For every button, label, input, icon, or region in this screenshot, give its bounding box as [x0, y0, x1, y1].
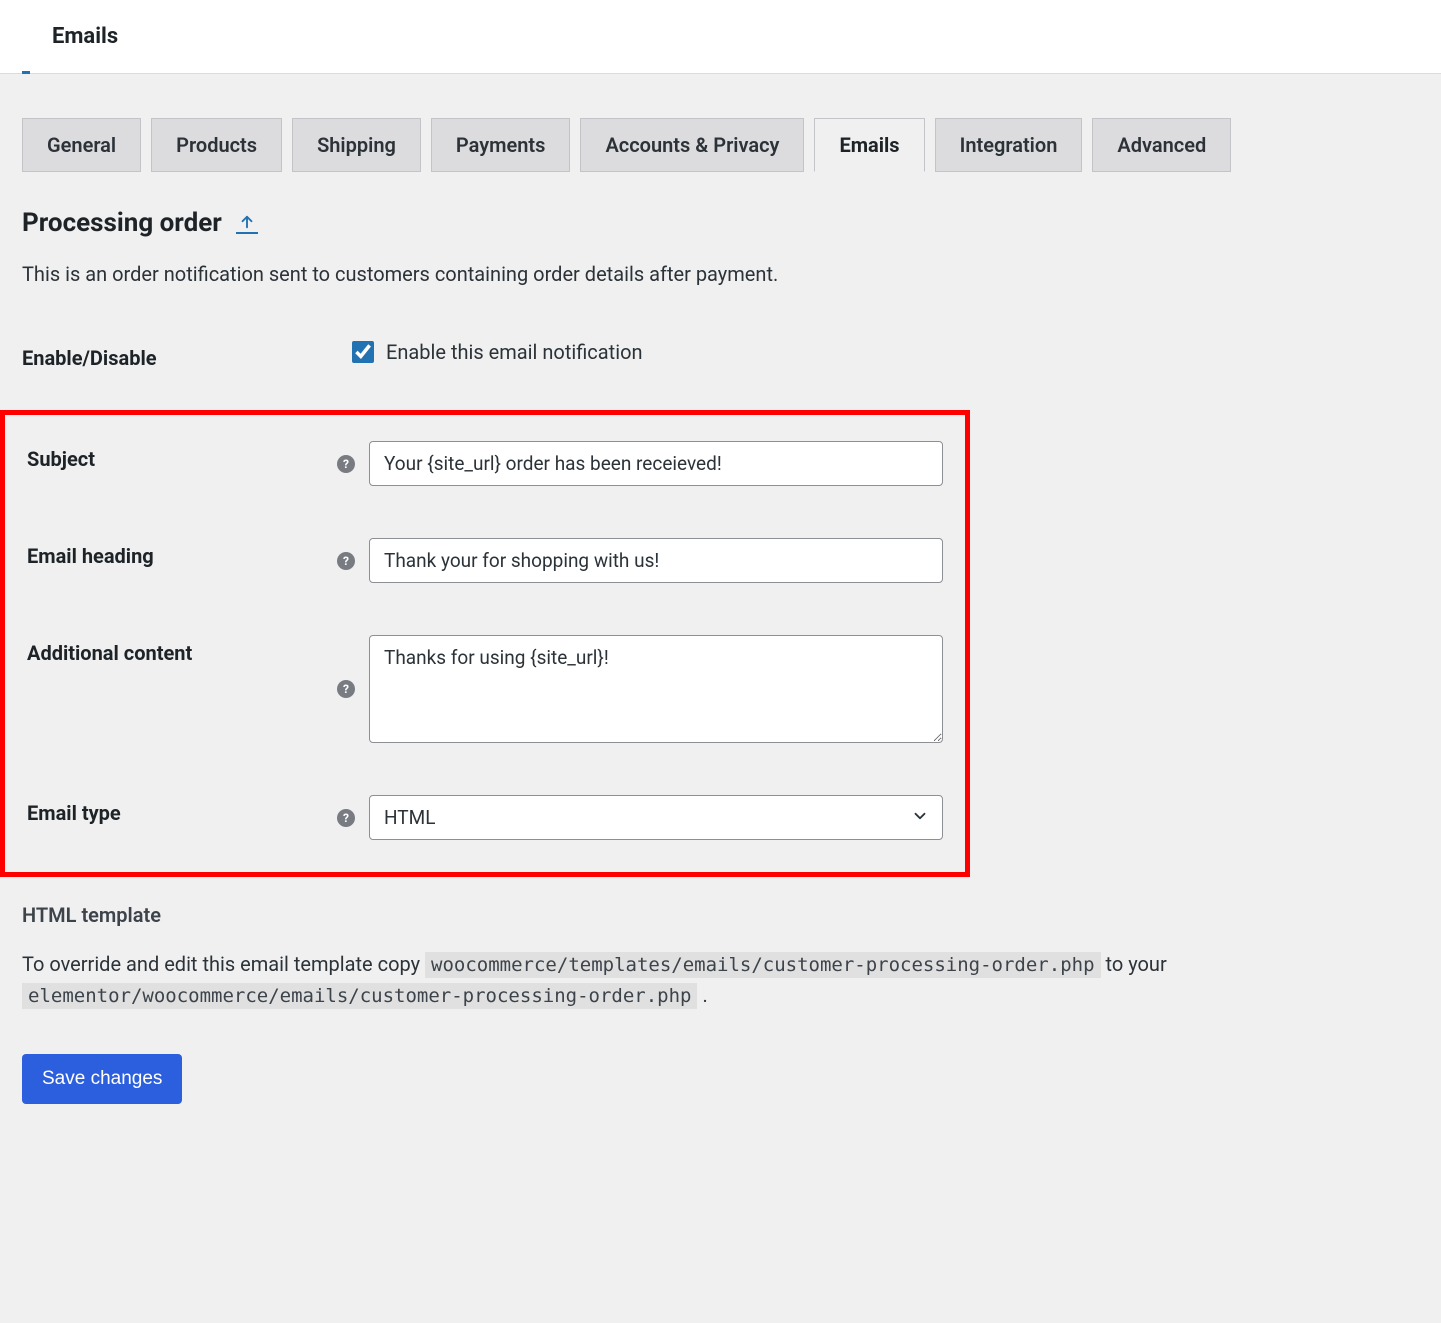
template-code-source: woocommerce/templates/emails/customer-pr…	[425, 952, 1100, 978]
tab-products[interactable]: Products	[151, 118, 282, 172]
subject-input[interactable]	[369, 441, 943, 486]
control-subject: ?	[337, 441, 943, 486]
label-subject: Subject	[27, 441, 337, 471]
tab-general[interactable]: General	[22, 118, 141, 172]
tab-integration[interactable]: Integration	[935, 118, 1083, 172]
back-icon[interactable]	[236, 212, 258, 234]
row-email-heading: Email heading ?	[27, 538, 943, 583]
tab-advanced[interactable]: Advanced	[1092, 118, 1231, 172]
row-subject: Subject ?	[27, 441, 943, 486]
tabs-row: General Products Shipping Payments Accou…	[22, 118, 1419, 172]
tab-indicator	[22, 71, 30, 74]
label-additional-content: Additional content	[27, 635, 337, 665]
tab-payments[interactable]: Payments	[431, 118, 571, 172]
tab-shipping[interactable]: Shipping	[292, 118, 421, 172]
template-code-dest: elementor/woocommerce/emails/customer-pr…	[22, 983, 697, 1009]
label-email-heading: Email heading	[27, 538, 337, 568]
control-email-heading: ?	[337, 538, 943, 583]
template-text-suffix: .	[702, 983, 707, 1007]
html-template-text: To override and edit this email template…	[22, 949, 1419, 1010]
control-enable: Enable this email notification	[352, 340, 1419, 364]
row-email-type: Email type ? HTML	[27, 795, 943, 840]
help-icon[interactable]: ?	[337, 455, 355, 473]
save-button[interactable]: Save changes	[22, 1054, 182, 1104]
section-description: This is an order notification sent to cu…	[22, 262, 1419, 286]
label-email-type: Email type	[27, 795, 337, 825]
help-icon[interactable]: ?	[337, 680, 355, 698]
control-email-type: ? HTML	[337, 795, 943, 840]
enable-checkbox-label: Enable this email notification	[386, 340, 643, 364]
email-type-select[interactable]: HTML	[369, 795, 943, 840]
tab-emails[interactable]: Emails	[814, 118, 924, 172]
tab-accounts-privacy[interactable]: Accounts & Privacy	[580, 118, 804, 172]
highlight-box: Subject ? Email heading ? Additional con…	[0, 410, 970, 877]
enable-checkbox[interactable]	[352, 341, 374, 363]
help-icon[interactable]: ?	[337, 552, 355, 570]
template-text-prefix: To override and edit this email template…	[22, 952, 425, 976]
row-additional-content: Additional content ? Thanks for using {s…	[27, 635, 943, 743]
help-icon[interactable]: ?	[337, 809, 355, 827]
additional-content-textarea[interactable]: Thanks for using {site_url}!	[369, 635, 943, 743]
page-header-title: Emails	[52, 24, 1389, 49]
control-additional-content: ? Thanks for using {site_url}!	[337, 635, 943, 743]
checkbox-wrap: Enable this email notification	[352, 340, 643, 364]
label-enable: Enable/Disable	[22, 340, 352, 370]
page-title-row: Processing order	[22, 208, 1419, 238]
email-heading-input[interactable]	[369, 538, 943, 583]
template-text-mid: to your	[1105, 952, 1166, 976]
content-area: General Products Shipping Payments Accou…	[0, 118, 1441, 1144]
page-header: Emails	[0, 0, 1441, 74]
section-title: Processing order	[22, 208, 222, 238]
html-template-heading: HTML template	[22, 903, 1419, 927]
row-enable: Enable/Disable Enable this email notific…	[22, 340, 1419, 370]
email-type-select-wrap: HTML	[369, 795, 943, 840]
